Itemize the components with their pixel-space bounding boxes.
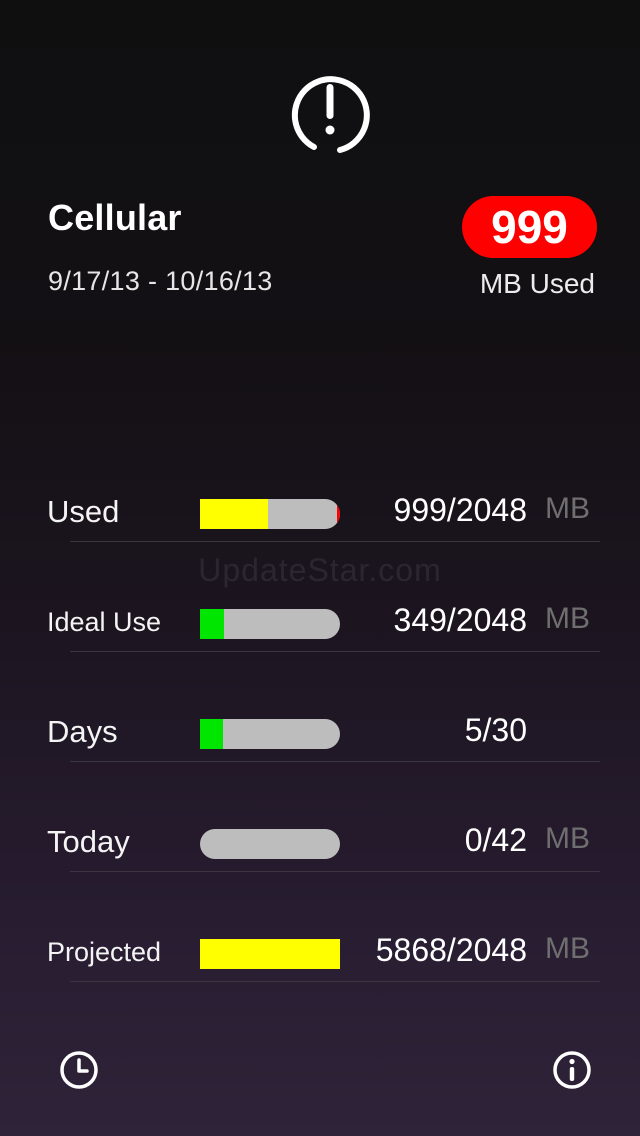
days-progress-bar xyxy=(200,719,340,749)
over-limit-marker xyxy=(337,499,340,529)
alert-circle-icon xyxy=(291,76,370,153)
row-divider xyxy=(70,541,600,542)
usage-row-days: Days 5/30 xyxy=(0,702,640,812)
usage-badge: 999 xyxy=(462,196,597,258)
ideal-use-progress-bar xyxy=(200,609,340,639)
row-label: Days xyxy=(47,714,118,749)
progress-fill xyxy=(200,939,340,969)
used-progress-bar xyxy=(200,499,340,529)
usage-row-used: Used 999/2048 MB xyxy=(0,482,640,592)
row-divider xyxy=(70,981,600,982)
progress-fill xyxy=(200,499,269,529)
usage-row-ideal-use: Ideal Use 349/2048 MB xyxy=(0,592,640,702)
billing-period: 9/17/13 - 10/16/13 xyxy=(48,266,273,296)
row-unit: MB xyxy=(545,822,590,855)
today-progress-bar xyxy=(200,829,340,859)
row-label: Projected xyxy=(47,937,162,967)
row-value: 5868/2048 xyxy=(375,932,527,968)
row-divider xyxy=(70,761,600,762)
clock-icon[interactable] xyxy=(59,1050,99,1090)
usage-badge-caption: MB Used xyxy=(479,268,595,299)
row-unit: MB xyxy=(545,492,590,525)
info-icon[interactable] xyxy=(552,1050,592,1090)
row-label: Ideal Use xyxy=(47,607,162,637)
row-divider xyxy=(70,651,600,652)
projected-progress-bar xyxy=(200,939,340,969)
row-value: 0/42 xyxy=(464,822,527,858)
progress-fill xyxy=(200,719,224,749)
row-unit: MB xyxy=(545,602,590,635)
row-unit: MB xyxy=(545,932,590,965)
usage-row-projected: Projected 5868/2048 MB xyxy=(0,922,640,1032)
progress-fill xyxy=(200,609,224,639)
row-value: 999/2048 xyxy=(393,492,527,528)
row-label: Today xyxy=(47,824,130,859)
row-value: 5/30 xyxy=(464,712,527,748)
usage-row-today: Today 0/42 MB xyxy=(0,812,640,922)
row-value: 349/2048 xyxy=(393,602,527,638)
row-label: Used xyxy=(47,494,120,529)
page-title: Cellular xyxy=(48,197,182,238)
row-divider xyxy=(70,871,600,872)
